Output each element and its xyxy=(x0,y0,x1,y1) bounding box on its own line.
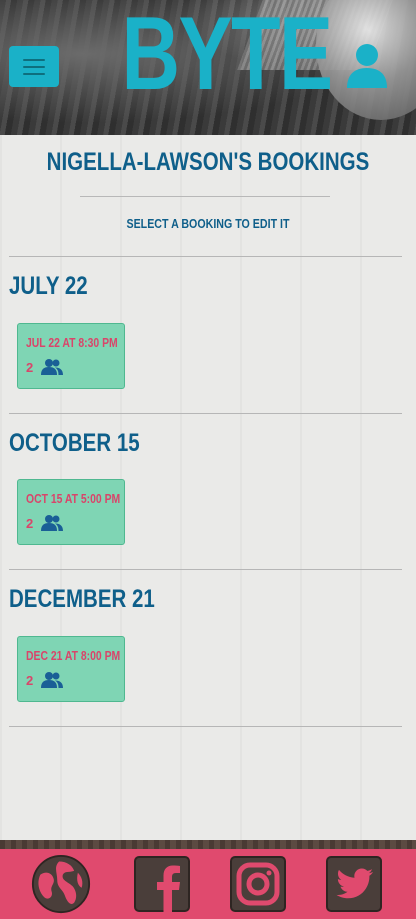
booking-card[interactable]: Jul 22 at 8:30 PM 2 xyxy=(17,323,125,389)
guests-icon xyxy=(41,672,63,688)
bookings-page: Nigella-Lawson's Bookings Select a booki… xyxy=(0,135,416,840)
guests-icon xyxy=(41,359,63,375)
booking-time: Jul 22 at 8:30 PM xyxy=(26,335,118,350)
booking-card[interactable]: Dec 21 at 8:00 PM 2 xyxy=(17,636,125,702)
byte-logo[interactable]: BYTE xyxy=(121,0,333,114)
booking-card[interactable]: Oct 15 at 5:00 PM 2 xyxy=(17,479,125,545)
guest-count: 2 xyxy=(26,516,34,531)
guest-count: 2 xyxy=(26,360,34,375)
footer-border xyxy=(0,840,416,849)
section-divider xyxy=(9,256,402,257)
twitter-link[interactable] xyxy=(326,856,382,912)
title-divider xyxy=(80,196,330,197)
booking-time: Oct 15 at 5:00 PM xyxy=(26,491,121,506)
month-heading: July 22 xyxy=(9,272,88,300)
user-account-button[interactable] xyxy=(345,42,389,90)
instagram-icon xyxy=(230,856,286,912)
month-heading: December 21 xyxy=(9,585,155,613)
hamburger-menu-button[interactable] xyxy=(9,46,59,87)
site-header: BYTE xyxy=(0,0,416,135)
instagram-link[interactable] xyxy=(230,856,286,912)
section-divider xyxy=(9,569,402,570)
hamburger-menu-icon xyxy=(23,58,45,61)
website-link[interactable] xyxy=(29,854,93,914)
section-divider xyxy=(9,413,402,414)
booking-time: Dec 21 at 8:00 PM xyxy=(26,648,121,663)
facebook-link[interactable] xyxy=(134,856,190,912)
guests-icon xyxy=(41,515,63,531)
user-icon xyxy=(347,44,387,88)
guest-count: 2 xyxy=(26,673,34,688)
twitter-icon xyxy=(326,856,382,912)
month-heading: October 15 xyxy=(9,429,140,457)
globe-icon xyxy=(31,854,91,914)
page-subtitle: Select a booking to edit it xyxy=(126,216,290,231)
facebook-icon xyxy=(134,856,190,912)
social-footer xyxy=(0,849,416,919)
page-title: Nigella-Lawson's Bookings xyxy=(46,148,370,176)
section-divider xyxy=(9,726,402,727)
